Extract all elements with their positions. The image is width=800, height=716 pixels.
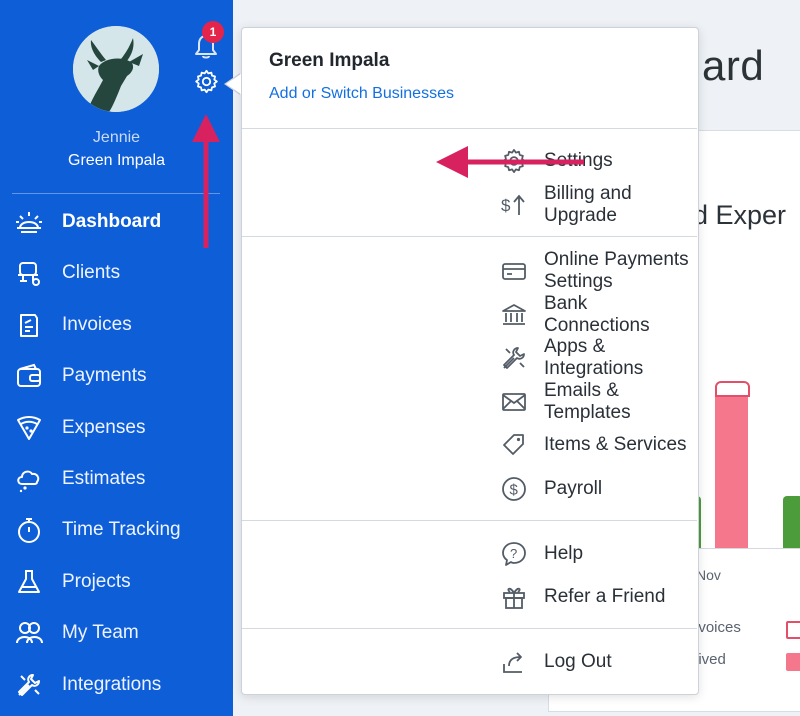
tag-icon bbox=[503, 434, 524, 455]
sidebar-divider bbox=[12, 193, 220, 194]
menu-item-label: Refer a Friend bbox=[544, 586, 666, 607]
invoice-icon bbox=[20, 314, 38, 337]
wallet-icon bbox=[17, 363, 41, 387]
menu-item-help[interactable]: ? Help bbox=[242, 535, 697, 573]
dropdown-divider bbox=[242, 236, 697, 237]
flask-icon bbox=[18, 570, 40, 593]
sidebar-item-label: Expenses bbox=[62, 417, 146, 438]
bank-icon bbox=[502, 304, 526, 325]
sidebar-item-projects[interactable]: Projects bbox=[0, 560, 233, 604]
sidebar-item-label: Clients bbox=[62, 262, 121, 283]
menu-item-label: Bank Connections bbox=[544, 293, 650, 336]
annotation-arrow-left bbox=[436, 146, 584, 178]
chart-bar-pink bbox=[715, 384, 748, 548]
sun-icon bbox=[16, 212, 42, 233]
sidebar-item-clients[interactable]: Clients bbox=[0, 251, 233, 295]
legend-swatch-filled bbox=[786, 653, 800, 671]
gift-icon bbox=[503, 587, 525, 609]
menu-item-label: Online Payments Settings bbox=[544, 249, 689, 292]
svg-text:$: $ bbox=[501, 196, 511, 215]
menu-item-label: Emails & Templates bbox=[544, 380, 631, 423]
dropdown-divider bbox=[242, 628, 697, 629]
dropdown-business-name: Green Impala bbox=[269, 50, 390, 71]
sidebar-item-invoices[interactable]: Invoices bbox=[0, 303, 233, 347]
menu-item-online-payments-settings[interactable]: Online Payments Settings bbox=[242, 249, 697, 292]
dollar-up-icon: $ bbox=[501, 194, 525, 215]
team-icon bbox=[16, 622, 43, 644]
menu-item-log-out[interactable]: Log Out bbox=[242, 643, 697, 681]
page-title: ard bbox=[702, 42, 765, 89]
sidebar-item-label: Invoices bbox=[62, 314, 132, 335]
sidebar-item-label: Time Tracking bbox=[62, 519, 181, 540]
menu-item-label: Help bbox=[544, 543, 584, 564]
sidebar-item-label: Payments bbox=[62, 365, 147, 386]
chart-x-label: Nov bbox=[696, 567, 721, 583]
sidebar-item-label: Integrations bbox=[62, 674, 162, 695]
menu-item-label: Billing and Upgrade bbox=[544, 183, 632, 226]
logout-icon bbox=[503, 652, 522, 673]
card-title: d Exper bbox=[693, 200, 787, 230]
menu-item-label: Items & Services bbox=[544, 434, 687, 455]
sidebar-item-label: My Team bbox=[62, 622, 139, 643]
help-icon: ? bbox=[502, 542, 526, 566]
sidebar-item-label: Projects bbox=[62, 571, 131, 592]
sidebar-item-expenses[interactable]: Expenses bbox=[0, 406, 233, 450]
sidebar-item-time-tracking[interactable]: Time Tracking bbox=[0, 508, 233, 552]
sidebar-item-integrations[interactable]: Integrations bbox=[0, 663, 233, 707]
sidebar: Jennie Green Impala 1 Dashboard Clients bbox=[0, 0, 233, 716]
sidebar-item-payments[interactable]: Payments bbox=[0, 354, 233, 398]
menu-item-apps-integrations[interactable]: Apps & Integrations bbox=[242, 336, 697, 379]
sidebar-item-label: Dashboard bbox=[62, 211, 162, 232]
menu-item-label: Payroll bbox=[544, 478, 603, 499]
menu-item-refer-friend[interactable]: Refer a Friend bbox=[242, 578, 697, 616]
sidebar-item-my-team[interactable]: My Team bbox=[0, 611, 233, 655]
svg-text:?: ? bbox=[510, 546, 517, 561]
menu-item-bank-connections[interactable]: Bank Connections bbox=[242, 293, 697, 336]
dropdown-divider bbox=[242, 128, 697, 129]
tools-icon bbox=[18, 674, 40, 696]
credit-card-icon bbox=[502, 263, 526, 280]
clients-icon bbox=[18, 262, 40, 286]
stopwatch-icon bbox=[18, 518, 40, 543]
chart-bar-green bbox=[783, 496, 800, 548]
envelope-icon bbox=[502, 393, 526, 411]
switch-business-link[interactable]: Add or Switch Businesses bbox=[269, 85, 454, 103]
annotation-arrow-up bbox=[192, 114, 220, 248]
sidebar-item-estimates[interactable]: Estimates bbox=[0, 457, 233, 501]
settings-gear-icon[interactable] bbox=[193, 68, 220, 95]
tools-icon bbox=[503, 347, 525, 369]
menu-item-label: Apps & Integrations bbox=[544, 336, 644, 379]
cloud-icon bbox=[17, 470, 40, 493]
svg-text:$: $ bbox=[510, 482, 519, 499]
avatar[interactable] bbox=[73, 26, 159, 112]
menu-item-billing[interactable]: $ Billing and Upgrade bbox=[242, 183, 697, 226]
pizza-icon bbox=[17, 416, 41, 440]
menu-item-emails-templates[interactable]: Emails & Templates bbox=[242, 380, 697, 423]
menu-item-items-services[interactable]: Items & Services bbox=[242, 426, 697, 464]
dropdown-divider bbox=[242, 520, 697, 521]
menu-item-payroll[interactable]: $ Payroll bbox=[242, 470, 697, 508]
legend-swatch-outline bbox=[786, 621, 800, 639]
chart-bar-pink-outline bbox=[715, 381, 750, 397]
notification-badge: 1 bbox=[202, 21, 224, 43]
sidebar-item-label: Estimates bbox=[62, 468, 146, 489]
impala-logo-icon bbox=[73, 26, 159, 112]
dollar-circle-icon: $ bbox=[502, 477, 526, 501]
menu-item-label: Log Out bbox=[544, 651, 612, 672]
dropdown-caret bbox=[226, 74, 241, 94]
